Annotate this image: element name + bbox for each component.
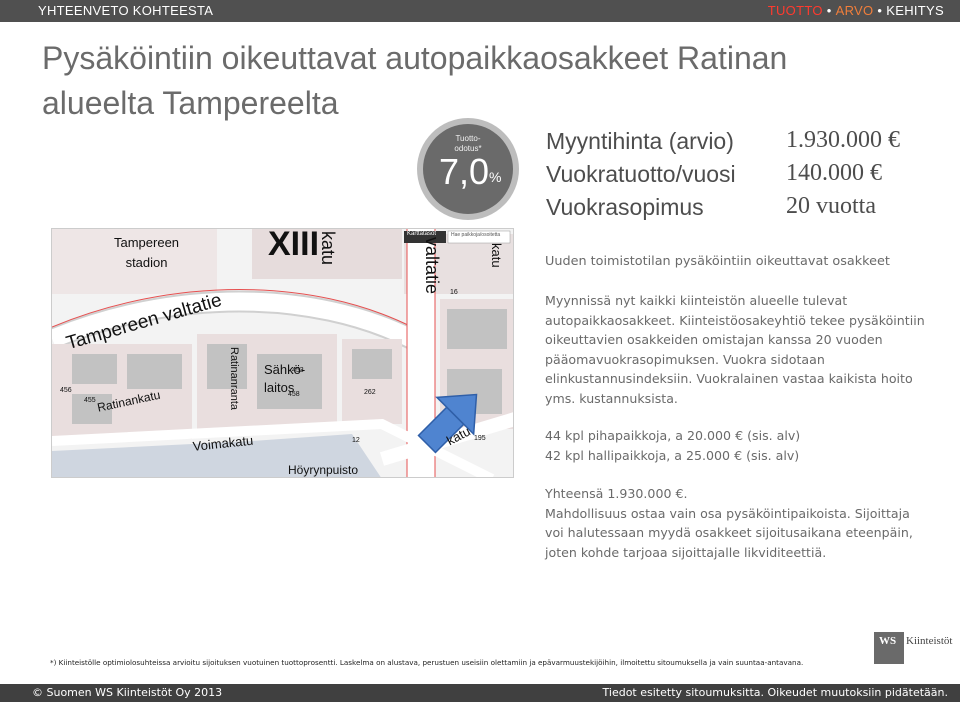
paragraph-line: Myynnissä nyt kaikki kiinteistön alueell… xyxy=(545,293,848,308)
map-label-ratinanranta: Ratinanranta xyxy=(228,347,240,410)
paragraph-line: Yhteensä 1.930.000 €. xyxy=(545,486,688,501)
paragraph-description: Myynnissä nyt kaikki kiinteistön alueell… xyxy=(545,291,945,408)
paragraph-line: yms. kustannuksista. xyxy=(545,390,678,406)
page-title: Pysäköintiin oikeuttavat autopaikkaosakk… xyxy=(42,40,788,121)
paragraph-line: 44 kpl pihapaikkoja, a 20.000 € (sis. al… xyxy=(545,428,801,443)
logo-name: Kiinteistöt xyxy=(906,635,953,647)
tagline: TUOTTO • ARVO • KEHITYS xyxy=(768,3,944,18)
sale-price-label: Myyntihinta (arvio) xyxy=(546,128,734,154)
map-toolbar-layers-label[interactable]: Karttatasot xyxy=(407,231,436,237)
footnote: *) Kiinteistölle optimiolosuhteissa arvi… xyxy=(50,658,804,667)
section-label: YHTEENVETO KOHTEESTA xyxy=(38,3,214,18)
paragraph-line: pääomavuokrasopimuksen. Vuokra sidotaan xyxy=(545,351,825,367)
paragraph-line: Mahdollisuus ostaa vain osa pysäköintipa… xyxy=(545,505,910,521)
paragraph-line: oikeuttavien osakkeiden omistajan kanssa… xyxy=(545,332,883,347)
building-2 xyxy=(127,354,182,389)
rent-yield-value: 140.000 € xyxy=(786,160,882,186)
tagline-arvo: ARVO xyxy=(835,3,874,18)
tagline-dot-2: • xyxy=(877,3,883,18)
yield-badge: Tuotto- odotus* 7,0 % xyxy=(423,124,513,214)
yield-value: 7,0 xyxy=(439,151,490,192)
disclaimer: Tiedot esitetty sitoumuksitta. Oikeudet … xyxy=(602,686,948,699)
building-6 xyxy=(352,349,392,379)
paragraph-parking-counts: 44 kpl pihapaikkoja, a 20.000 € (sis. al… xyxy=(545,426,945,465)
lot-number: 195 xyxy=(474,435,486,442)
building-1 xyxy=(72,354,117,384)
map-label-katu1: katu xyxy=(318,231,338,266)
tagline-kehitys: KEHITYS xyxy=(886,3,944,18)
logo-mark: WS xyxy=(879,635,897,647)
lot-number: 262 xyxy=(364,389,376,396)
map-toolbar-search-label[interactable]: Hae paikkoja/osoitetta xyxy=(451,232,500,238)
tagline-dot-1: • xyxy=(826,3,832,18)
sale-price-value: 1.930.000 € xyxy=(786,127,900,153)
lot-number: 455 xyxy=(84,397,96,404)
location-map: Tampereen stadion XIII katu valtatie kat… xyxy=(51,228,514,478)
paragraph-total: Yhteensä 1.930.000 €. Mahdollisuus ostaa… xyxy=(545,484,945,562)
paragraph-line: 42 kpl hallipaikkoja, a 25.000 € (sis. a… xyxy=(545,447,800,463)
lot-number: 16 xyxy=(450,289,458,296)
rent-yield-label: Vuokratuotto/vuosi xyxy=(546,161,736,187)
tagline-tuotto: TUOTTO xyxy=(767,3,823,18)
copyright: © Suomen WS Kiinteistöt Oy 2013 xyxy=(32,686,223,699)
top-bar: YHTEENVETO KOHTEESTA TUOTTO • ARVO • KEHITYS xyxy=(0,0,960,22)
lease-label: Vuokrasopimus xyxy=(546,194,704,220)
building-4 xyxy=(207,344,247,389)
building-7 xyxy=(447,309,507,349)
map-label-valtatie-vertical: valtatie xyxy=(422,237,442,295)
bottom-bar: © Suomen WS Kiinteistöt Oy 2013 Tiedot e… xyxy=(0,684,960,702)
paragraph-line: voi halutessaan myydä osakkeet sijoitusa… xyxy=(545,525,913,540)
paragraph-line: elinkustannusindeksiin. Vuokralainen vas… xyxy=(545,371,913,386)
yield-unit: % xyxy=(489,169,502,185)
map-label-block: XIII xyxy=(268,228,320,263)
lease-value: 20 vuotta xyxy=(786,193,876,219)
ws-logo: WS Kiinteistöt xyxy=(874,632,954,664)
map-label-hoyrynpuisto: Höyrynpuisto xyxy=(288,463,359,477)
map-label-katu2: katu xyxy=(489,243,504,268)
lot-number: 456 xyxy=(60,387,72,394)
lot-number: 453 xyxy=(292,367,304,374)
lot-number: 458 xyxy=(288,391,300,398)
map-label-stadium: Tampereen stadion xyxy=(114,235,180,270)
subheading: Uuden toimistotilan pysäköintiin oikeutt… xyxy=(545,254,890,269)
paragraph-line: joten kohde tarjoaa sijoittajalle likvid… xyxy=(545,544,827,560)
paragraph-line: autopaikkaosakkeet. Kiinteistöosakeyhtiö… xyxy=(545,312,925,328)
lot-number: 12 xyxy=(352,437,360,444)
